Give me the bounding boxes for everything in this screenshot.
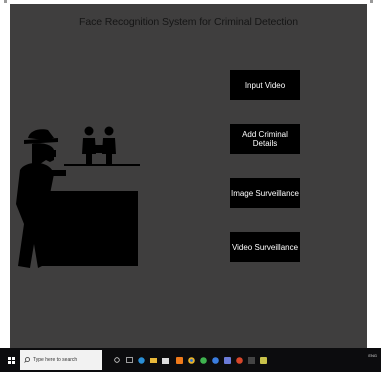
cortana-icon[interactable]	[112, 348, 122, 372]
criminal-illustration	[16, 126, 140, 268]
window-icon	[4, 0, 7, 3]
video-surveillance-button[interactable]: Video Surveillance	[230, 232, 300, 262]
windows-taskbar: Type here to search ENG	[0, 348, 381, 372]
language-indicator[interactable]: ENG	[368, 353, 377, 358]
table-shape	[40, 191, 138, 266]
store-icon[interactable]	[160, 348, 170, 372]
search-placeholder: Type here to search	[33, 357, 78, 363]
app-icon-python[interactable]	[258, 348, 268, 372]
app-icon-chrome[interactable]	[186, 348, 196, 372]
system-tray[interactable]: ENG	[368, 353, 377, 359]
taskbar-search-box[interactable]: Type here to search	[20, 350, 102, 370]
edge-icon[interactable]	[136, 348, 146, 372]
app-icon-purple[interactable]	[222, 348, 232, 372]
app-icon-green[interactable]	[198, 348, 208, 372]
input-video-button[interactable]: Input Video	[230, 70, 300, 100]
counter-line	[64, 164, 140, 166]
app-icon-red[interactable]	[234, 348, 244, 372]
search-icon	[24, 357, 30, 363]
task-view-icon[interactable]	[124, 348, 134, 372]
app-icon-blue[interactable]	[210, 348, 220, 372]
handshake-figures-icon	[82, 126, 116, 166]
app-icon-orange[interactable]	[174, 348, 184, 372]
windows-start-icon[interactable]	[6, 348, 16, 372]
image-surveillance-button[interactable]: Image Surveillance	[230, 178, 300, 208]
add-criminal-details-button[interactable]: Add Criminal Details	[230, 124, 300, 154]
app-window: Face Recognition System for Criminal Det…	[10, 4, 367, 348]
file-explorer-icon[interactable]	[148, 348, 158, 372]
app-icon-dark[interactable]	[246, 348, 256, 372]
window-controls-icon[interactable]	[370, 0, 373, 3]
